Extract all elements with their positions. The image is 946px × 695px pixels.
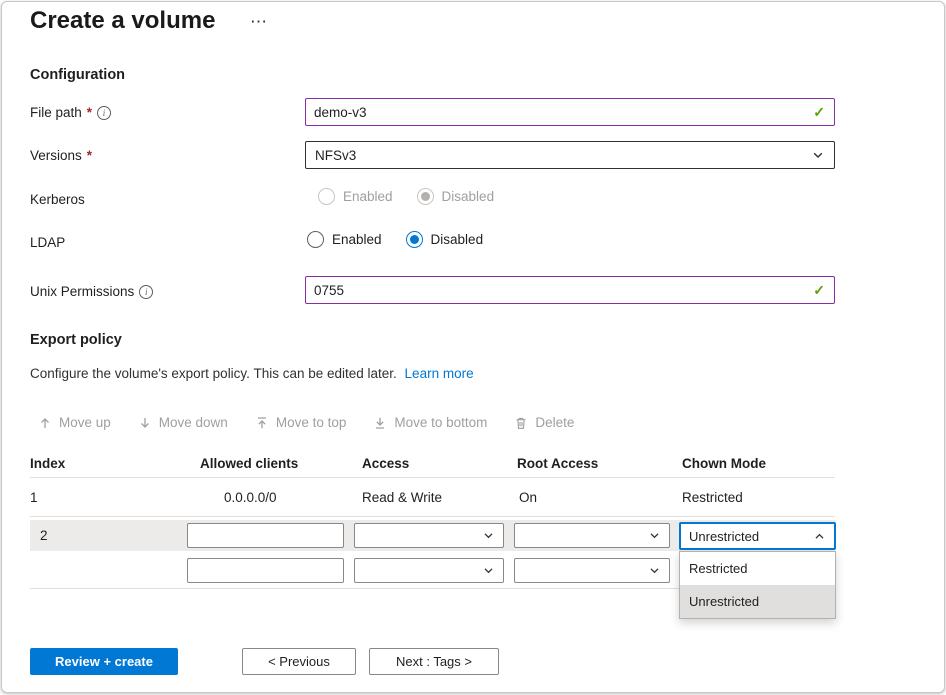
move-to-top-button: Move to top [255, 415, 347, 430]
row1-allowed-clients: 0.0.0.0/0 [224, 490, 277, 505]
export-policy-description: Configure the volume's export policy. Th… [30, 366, 474, 381]
move-down-button: Move down [138, 415, 228, 430]
kerberos-label-text: Kerberos [30, 192, 85, 207]
kerberos-disabled-radio: Disabled [417, 188, 495, 205]
versions-label: Versions * [30, 148, 92, 163]
ldap-label: LDAP [30, 235, 65, 250]
chevron-down-icon [811, 148, 825, 162]
ldap-disabled-radio[interactable]: Disabled [406, 231, 484, 248]
description-text: Configure the volume's export policy. Th… [30, 366, 397, 381]
row2-index: 2 [40, 528, 48, 543]
move-down-icon [138, 416, 152, 430]
radio-unchecked-icon [318, 188, 335, 205]
dropdown-option-restricted[interactable]: Restricted [680, 552, 835, 585]
file-path-field: ✓ [305, 98, 835, 126]
page-title: Create a volume [30, 7, 215, 35]
header-chown-mode: Chown Mode [682, 456, 766, 471]
row1-access: Read & Write [362, 490, 442, 505]
row2-chown-mode-select[interactable]: Unrestricted [679, 522, 836, 550]
review-create-button[interactable]: Review + create [30, 648, 178, 675]
versions-selected-value: NFSv3 [315, 148, 356, 163]
versions-label-text: Versions [30, 148, 82, 163]
ldap-disabled-label: Disabled [431, 232, 484, 247]
kerberos-enabled-radio: Enabled [318, 188, 393, 205]
next-tags-button[interactable]: Next : Tags > [369, 648, 499, 675]
move-to-top-icon [255, 416, 269, 430]
create-volume-page: Create a volume ⋯ Configuration File pat… [1, 1, 945, 693]
file-path-label-text: File path [30, 105, 82, 120]
learn-more-link[interactable]: Learn more [405, 366, 474, 381]
chown-mode-dropdown-list: Restricted Unrestricted [679, 551, 836, 619]
ldap-enabled-label: Enabled [332, 232, 382, 247]
dropdown-option-unrestricted[interactable]: Unrestricted [680, 585, 835, 618]
row2-root-access-select[interactable] [514, 523, 670, 548]
row3-access-select[interactable] [354, 558, 504, 583]
table-header-row: Index Allowed clients Access Root Access… [30, 452, 835, 478]
row1-root-access: On [519, 490, 537, 505]
radio-checked-icon [406, 231, 423, 248]
chevron-down-icon [482, 564, 495, 577]
move-up-icon [38, 416, 52, 430]
delete-button: Delete [514, 415, 574, 430]
chevron-down-icon [648, 529, 661, 542]
move-to-bottom-icon [373, 416, 387, 430]
file-path-label: File path * i [30, 105, 111, 120]
more-menu-icon[interactable]: ⋯ [250, 12, 268, 32]
move-to-top-label: Move to top [276, 415, 347, 430]
chevron-down-icon [648, 564, 661, 577]
move-up-button: Move up [38, 415, 111, 430]
required-asterisk: * [87, 105, 92, 120]
valid-check-icon: ✓ [813, 282, 834, 299]
previous-button[interactable]: < Previous [242, 648, 356, 675]
unix-permissions-field: ✓ [305, 276, 835, 304]
radio-unchecked-icon [307, 231, 324, 248]
row3-root-access-select[interactable] [514, 558, 670, 583]
kerberos-label: Kerberos [30, 192, 85, 207]
ldap-enabled-radio[interactable]: Enabled [307, 231, 382, 248]
delete-label: Delete [535, 415, 574, 430]
header-index: Index [30, 456, 65, 471]
chevron-up-icon [813, 530, 826, 543]
unix-permissions-label: Unix Permissions i [30, 284, 153, 299]
trash-icon [514, 416, 528, 430]
file-path-input[interactable] [306, 99, 813, 125]
row3-allowed-clients-input[interactable] [187, 558, 344, 583]
row1-index: 1 [30, 490, 38, 505]
versions-select[interactable]: NFSv3 [305, 141, 835, 169]
export-policy-table: Index Allowed clients Access Root Access… [30, 452, 835, 622]
row1-chown-mode: Restricted [682, 490, 743, 505]
header-allowed-clients: Allowed clients [200, 456, 298, 471]
table-toolbar: Move up Move down Move to top Move to bo… [38, 415, 574, 430]
export-policy-heading: Export policy [30, 332, 122, 348]
row2-allowed-clients-input[interactable] [187, 523, 344, 548]
ldap-label-text: LDAP [30, 235, 65, 250]
ldap-radio-group: Enabled Disabled [307, 231, 483, 248]
row2-access-select[interactable] [354, 523, 504, 548]
table-row[interactable]: 1 0.0.0.0/0 Read & Write On Restricted [30, 478, 835, 517]
info-icon[interactable]: i [97, 106, 111, 120]
move-to-bottom-label: Move to bottom [394, 415, 487, 430]
unix-permissions-input[interactable] [306, 277, 813, 303]
info-icon[interactable]: i [139, 285, 153, 299]
kerberos-enabled-label: Enabled [343, 189, 393, 204]
move-down-label: Move down [159, 415, 228, 430]
header-access: Access [362, 456, 409, 471]
move-to-bottom-button: Move to bottom [373, 415, 487, 430]
unix-permissions-label-text: Unix Permissions [30, 284, 134, 299]
required-asterisk: * [87, 148, 92, 163]
move-up-label: Move up [59, 415, 111, 430]
header-root-access: Root Access [517, 456, 598, 471]
radio-checked-icon [417, 188, 434, 205]
valid-check-icon: ✓ [813, 104, 834, 121]
configuration-heading: Configuration [30, 67, 125, 83]
kerberos-disabled-label: Disabled [442, 189, 495, 204]
kerberos-radio-group: Enabled Disabled [318, 188, 494, 205]
row2-chown-mode-value: Unrestricted [689, 529, 759, 544]
chevron-down-icon [482, 529, 495, 542]
